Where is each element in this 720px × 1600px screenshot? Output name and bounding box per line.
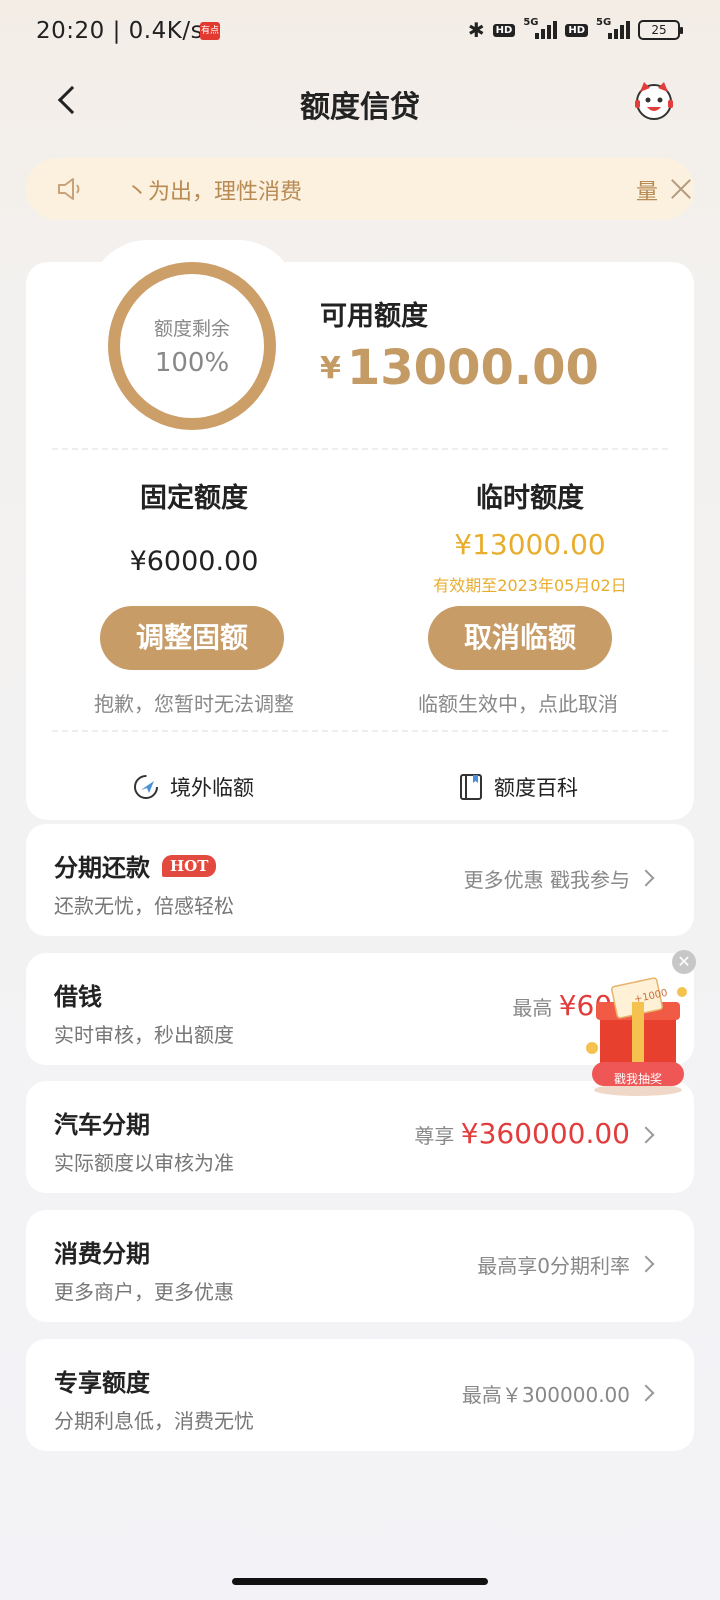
chevron-right-icon [637,869,655,887]
overseas-temp-label: 境外临额 [170,776,254,800]
plane-icon [134,775,158,799]
status-indicators: ✱ HD 5G HD 5G 25 [467,17,683,42]
chevron-right-icon [637,1126,655,1144]
list-item-exclusive-limit[interactable]: 专享额度 分期利息低，消费无忧 最高￥300000.00 [26,1339,694,1451]
hd-badge: HD [492,23,516,37]
hot-badge: HOT [162,854,217,877]
signal-icon-2: 5G [596,17,630,39]
lottery-promo[interactable]: +1000 戳我抽奖 [578,962,698,1102]
available-amount: ¥13000.00 [320,340,599,396]
list-item-subtitle: 分期利息低，消费无忧 [54,1409,254,1433]
book-icon [460,774,482,800]
app-notification-icon: 有点 [200,22,220,40]
temp-title: 临时额度 [476,483,584,514]
temp-note[interactable]: 临额生效中，点此取消 [368,688,668,717]
list-item-consumer-installment[interactable]: 消费分期 更多商户，更多优惠 最高享0分期利率 [26,1210,694,1322]
list-item-right-prefix: 尊享 [414,1124,461,1148]
battery-icon: 25 [638,20,683,40]
notice-text: 丶为出，理性消费 [126,180,303,205]
cancel-temp-button[interactable]: 取消临额 [428,606,612,670]
status-time: 20:20 | 0.4K/s [36,18,204,44]
network-type-2: 5G [596,17,612,28]
close-icon[interactable] [666,174,696,204]
list-item-subtitle: 实际额度以审核为准 [54,1151,234,1175]
available-currency: ¥ [320,351,341,386]
fixed-title: 固定额度 [140,483,248,514]
list-item-title: 分期还款 HOT [54,848,217,883]
network-type: 5G [523,17,539,28]
list-item-installment-repay[interactable]: 分期还款 HOT 还款无忧，倍感轻松 更多优惠 戳我参与 [26,824,694,936]
divider-2 [52,730,668,732]
remaining-ring: 额度剩余 100% [108,262,276,430]
hd-badge-2: HD [565,23,588,37]
status-bar: 20:20 | 0.4K/s 有点 ✱ HD 5G HD 5G 25 [0,0,720,64]
nav-bar: 额度信贷 [0,64,720,138]
list-item-title: 汽车分期 [54,1111,150,1139]
list-item-subtitle: 更多商户，更多优惠 [54,1280,234,1304]
page-title: 额度信贷 [300,90,420,125]
list-item-right-text: 最高享0分期利率 [477,1254,630,1278]
promo-label: 戳我抽奖 [613,1072,662,1086]
fixed-note: 抱歉，您暂时无法调整 [94,692,294,716]
ring-value: 100% [154,348,230,378]
temp-amount: ¥13000.00 [454,528,606,561]
list-item-right-amount: ¥360000.00 [460,1117,630,1150]
notice-bar[interactable]: 丶为出，理性消费 量 [26,158,694,220]
list-item-right-text: 最高￥300000.00 [461,1383,630,1407]
list-item-promo-text: 更多优惠 戳我参与 [464,864,630,893]
signal-icon: 5G [523,17,558,39]
temp-valid-date: 有效期至2023年05月02日 [433,576,627,595]
list-item-title: 借钱 [54,983,102,1011]
ring-label: 额度剩余 [153,318,230,340]
available-amount-value: 13000.00 [346,340,599,396]
list-item-title: 消费分期 [54,1240,150,1268]
chevron-right-icon [637,1255,655,1273]
chevron-right-icon [637,1384,655,1402]
bluetooth-icon: ✱ [467,18,485,42]
credit-wiki-link[interactable]: 额度百科 [458,772,578,802]
speaker-icon [58,178,80,200]
credit-wiki-label: 额度百科 [494,776,578,800]
adjust-fixed-button[interactable]: 调整固额 [100,606,284,670]
notice-text-fragment: 量 [636,180,659,205]
divider [52,448,668,450]
list-item-limit: 尊享 ¥360000.00 [414,1117,630,1150]
list-item-right-prefix: 最高 [512,996,559,1020]
list-item-title: 专享额度 [54,1369,150,1397]
list-item-subtitle: 还款无忧，倍感轻松 [54,894,234,918]
home-indicator[interactable] [232,1578,488,1585]
promo-close-button[interactable]: ✕ [672,950,696,974]
list-item-subtitle: 实时审核，秒出额度 [54,1023,234,1047]
available-label: 可用额度 [320,301,428,332]
overseas-temp-link[interactable]: 境外临额 [132,772,254,802]
list-item-right-text: 更多优惠 戳我参与 [463,868,630,892]
list-item-title-text: 分期还款 [54,854,150,882]
mascot-icon[interactable] [632,78,676,122]
fixed-amount: ¥6000.00 [129,546,259,577]
